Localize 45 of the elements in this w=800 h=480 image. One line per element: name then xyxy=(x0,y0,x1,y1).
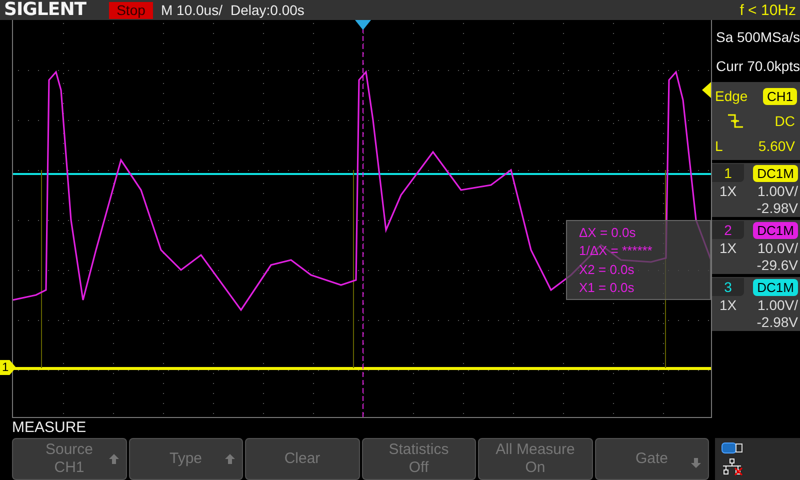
trigger-delay: Delay:0.00s xyxy=(230,2,304,18)
cursor-readout: ΔX = 0.0s xyxy=(579,224,637,240)
channel-coupling: DC1M xyxy=(753,222,798,238)
trigger-coupling: DC xyxy=(774,113,796,130)
channel-number: 3 xyxy=(712,278,744,296)
trigger-type: Edge xyxy=(715,88,748,104)
channel-offset: -2.98V xyxy=(756,200,798,216)
channel-offset: -2.98V xyxy=(756,314,798,330)
volts-per-div: 1.00V/ xyxy=(756,183,798,199)
softkey-button[interactable]: Source CH1 xyxy=(12,438,126,480)
run-state: Stop xyxy=(109,2,153,18)
up-arrow-icon xyxy=(224,453,236,465)
menu-title: MEASURE xyxy=(12,418,86,438)
probe-ratio: 1X xyxy=(718,297,738,313)
timebase: M 10.0us/ xyxy=(161,2,222,18)
probe-ratio: 1X xyxy=(718,240,738,256)
probe-ratio: 1X xyxy=(718,183,738,199)
up-arrow-icon xyxy=(108,453,120,465)
channel-offset: -29.6V xyxy=(756,257,798,273)
cursor-readout: X2 = 0.0s xyxy=(579,262,636,277)
falling-edge-icon xyxy=(727,114,745,128)
down-arrow-icon xyxy=(690,457,702,469)
cursor-readout: X1 = 0.0s xyxy=(579,280,636,296)
channel-coupling: DC1M xyxy=(753,278,798,296)
trigger-level: 5.60V xyxy=(758,138,796,154)
softkey-button[interactable]: Type xyxy=(128,438,243,480)
softkey-button[interactable]: Statistics Off xyxy=(362,438,476,480)
trigger-level-label: L xyxy=(715,138,723,154)
usb-drive-icon xyxy=(721,442,743,454)
volts-per-div: 1.00V/ xyxy=(756,297,798,313)
channel-number: 1 xyxy=(712,164,744,182)
frequency-counter: f < 10Hz xyxy=(740,2,796,18)
network-disconnected-icon xyxy=(721,458,743,476)
softkey-button[interactable]: All Measure On xyxy=(478,438,592,480)
channel-coupling: DC1M xyxy=(753,164,798,182)
trigger-source: CH1 xyxy=(762,88,797,105)
sample-rate: Sa 500MSa/s xyxy=(716,28,800,44)
brand-logo: SIGLENT xyxy=(4,0,88,20)
channel-number: 2 xyxy=(712,221,744,239)
volts-per-div: 10.0V/ xyxy=(756,240,798,256)
channel-ground-marker: 1 xyxy=(0,360,16,375)
memory-depth: Curr 70.0kpts xyxy=(716,58,800,74)
softkey-button[interactable]: Gate xyxy=(594,438,709,480)
cursor-readout: 1/ΔX = ****** xyxy=(579,243,654,258)
softkey-button[interactable]: Clear xyxy=(245,438,360,480)
